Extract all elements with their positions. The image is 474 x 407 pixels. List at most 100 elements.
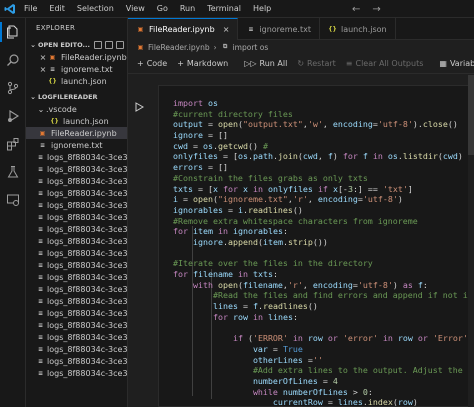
json-icon: {} bbox=[48, 77, 57, 85]
chevron-down-icon: ⌄ bbox=[37, 104, 45, 114]
menu-item-edit[interactable]: Edit bbox=[43, 0, 71, 18]
open-editor-item[interactable]: × ≡ ignoreme.txt bbox=[26, 63, 127, 75]
run-all-button[interactable]: ▷▷ Run All bbox=[239, 59, 292, 68]
tab-launch-json[interactable]: {} launch.json bbox=[320, 18, 396, 40]
navigation-arrows: ← → bbox=[352, 0, 381, 18]
open-editors-header[interactable]: ⌄ OPEN EDITO... bbox=[26, 38, 127, 51]
menu-item-file[interactable]: File bbox=[18, 0, 43, 18]
code-token: = bbox=[302, 354, 313, 365]
code-token: ] bbox=[407, 183, 413, 194]
file-item[interactable]: ≡logs_8f88034c-3ce3-... bbox=[26, 295, 127, 307]
explorer-title: EXPLORER bbox=[36, 24, 76, 32]
file-item[interactable]: ≡logs_8f88034c-3ce3-... bbox=[26, 235, 127, 247]
remote-explorer-icon[interactable] bbox=[0, 186, 26, 214]
code-token: or bbox=[327, 333, 338, 344]
variables-button[interactable]: ▦Variables bbox=[434, 59, 474, 68]
source-control-icon[interactable] bbox=[0, 74, 26, 102]
menu-item-help[interactable]: Help bbox=[247, 0, 277, 18]
vscode-logo-icon[interactable] bbox=[2, 0, 18, 18]
forward-arrow-icon[interactable]: → bbox=[372, 4, 380, 15]
file-item-launch-json[interactable]: {} launch.json bbox=[26, 115, 127, 127]
open-editor-item[interactable]: × ▣ FileReader.ipynb bbox=[26, 51, 127, 63]
breadcrumb-file[interactable]: FileReader.ipynb bbox=[148, 43, 210, 52]
run-debug-icon[interactable] bbox=[0, 102, 26, 130]
close-icon[interactable]: × bbox=[223, 25, 230, 34]
new-untitled-file-icon[interactable] bbox=[93, 40, 102, 49]
code-token: listdir bbox=[402, 151, 438, 162]
save-all-icon[interactable] bbox=[104, 40, 113, 49]
code-token: () bbox=[447, 119, 458, 130]
code-token: for bbox=[173, 269, 188, 279]
file-item[interactable]: ≡logs_8f88034c-3ce3-... bbox=[26, 331, 127, 343]
editor-scrollbar[interactable] bbox=[468, 75, 474, 407]
code-editor[interactable]: import os #current directory files output … bbox=[173, 98, 474, 407]
file-item[interactable]: ≡logs_8f88034c-3ce3-... bbox=[26, 355, 127, 367]
file-item[interactable]: ≡logs_8f88034c-3ce3-... bbox=[26, 307, 127, 319]
file-name: logs_8f88034c-3ce3-... bbox=[47, 164, 128, 174]
text-file-icon: ≡ bbox=[38, 357, 44, 365]
file-name: logs_8f88034c-3ce3-... bbox=[47, 344, 128, 354]
explorer-icon[interactable] bbox=[0, 18, 26, 46]
close-icon[interactable]: × bbox=[38, 65, 48, 74]
tab-ignoreme-txt[interactable]: ≡ ignoreme.txt bbox=[238, 18, 320, 40]
variables-label: Variables bbox=[449, 59, 474, 68]
file-item[interactable]: ▣ FileReader.ipynb bbox=[26, 127, 127, 139]
scroll-thumb[interactable] bbox=[468, 75, 474, 155]
run-cell-icon[interactable] bbox=[134, 102, 145, 112]
file-item[interactable]: ≡logs_8f88034c-3ce3-... bbox=[26, 247, 127, 259]
code-token: numberOfLines bbox=[252, 375, 318, 386]
menu-item-terminal[interactable]: Terminal bbox=[201, 0, 247, 18]
folder-header[interactable]: ⌄ LOGFILEREADER bbox=[26, 90, 127, 103]
code-token: ) bbox=[457, 151, 468, 162]
back-arrow-icon[interactable]: ← bbox=[352, 4, 360, 15]
testing-flask-icon[interactable] bbox=[0, 158, 26, 186]
file-item[interactable]: ≡logs_8f88034c-3ce3-... bbox=[26, 367, 127, 379]
file-item[interactable]: ≡logs_8f88034c-3ce3-... bbox=[26, 175, 127, 187]
file-item[interactable]: ≡logs_8f88034c-3ce3-... bbox=[26, 343, 127, 355]
text-file-icon: ≡ bbox=[38, 285, 44, 293]
close-all-icon[interactable] bbox=[115, 40, 124, 49]
code-line: ignore.append(item.strip()) bbox=[173, 237, 474, 248]
file-item[interactable]: ≡logs_8f88034c-3ce3-... bbox=[26, 211, 127, 223]
code-token: open bbox=[217, 119, 238, 130]
menu-item-run[interactable]: Run bbox=[174, 0, 201, 18]
file-item[interactable]: ≡logs_8f88034c-3ce3-... bbox=[26, 163, 127, 175]
code-token: 'Error' bbox=[432, 333, 468, 344]
close-icon[interactable]: × bbox=[38, 53, 48, 62]
file-item[interactable]: ≡logs_8f88034c-3ce3-... bbox=[26, 283, 127, 295]
add-code-cell-button[interactable]: + Code bbox=[132, 59, 172, 68]
menu-item-go[interactable]: Go bbox=[151, 0, 174, 18]
file-item[interactable]: ≡logs_8f88034c-3ce3-... bbox=[26, 259, 127, 271]
search-icon[interactable] bbox=[0, 46, 26, 74]
code-token: = bbox=[322, 397, 338, 407]
file-name: logs_8f88034c-3ce3-... bbox=[47, 272, 128, 282]
file-item[interactable]: ≡ ignoreme.txt bbox=[26, 139, 127, 151]
chevron-down-icon: ⌄ bbox=[30, 92, 36, 101]
breadcrumb-cell[interactable]: import os bbox=[233, 43, 269, 52]
clear-all-outputs-button[interactable]: ≡ Clear All Outputs bbox=[341, 59, 429, 68]
open-editor-item[interactable]: {} launch.json bbox=[26, 75, 127, 87]
code-token: cwd bbox=[302, 151, 318, 162]
tab-label: launch.json bbox=[340, 24, 387, 34]
code-line: txts = [x for x in onlyfiles if x[-3:] =… bbox=[173, 184, 474, 195]
code-token: os bbox=[237, 151, 248, 162]
code-line: with open(filename,'r', encoding='utf-8'… bbox=[173, 280, 474, 291]
extensions-icon[interactable] bbox=[0, 130, 26, 158]
tab-filereader-ipynb[interactable]: ▣ FileReader.ipynb × bbox=[128, 18, 239, 40]
file-item[interactable]: ≡logs_8f88034c-3ce3-... bbox=[26, 271, 127, 283]
menu-item-view[interactable]: View bbox=[120, 0, 151, 18]
add-markdown-cell-button[interactable]: + Markdown bbox=[172, 59, 233, 68]
code-token: () bbox=[292, 204, 303, 215]
code-token: = bbox=[317, 375, 333, 386]
menu-item-selection[interactable]: Selection bbox=[71, 0, 120, 18]
file-item[interactable]: ≡logs_8f88034c-3ce3-... bbox=[26, 151, 127, 163]
restart-button[interactable]: ↻ Restart bbox=[292, 59, 340, 68]
folder-item-vscode[interactable]: ⌄ .vscode bbox=[26, 103, 127, 115]
file-item[interactable]: ≡logs_8f88034c-3ce3-... bbox=[26, 199, 127, 211]
code-cell[interactable]: import os #current directory files output … bbox=[158, 85, 474, 407]
file-item[interactable]: ≡logs_8f88034c-3ce3-... bbox=[26, 223, 127, 235]
file-item[interactable]: ≡logs_8f88034c-3ce3-... bbox=[26, 319, 127, 331]
code-line: #Constrain the files grabs as only txts bbox=[173, 173, 474, 184]
file-item[interactable]: ≡logs_8f88034c-3ce3-... bbox=[26, 187, 127, 199]
